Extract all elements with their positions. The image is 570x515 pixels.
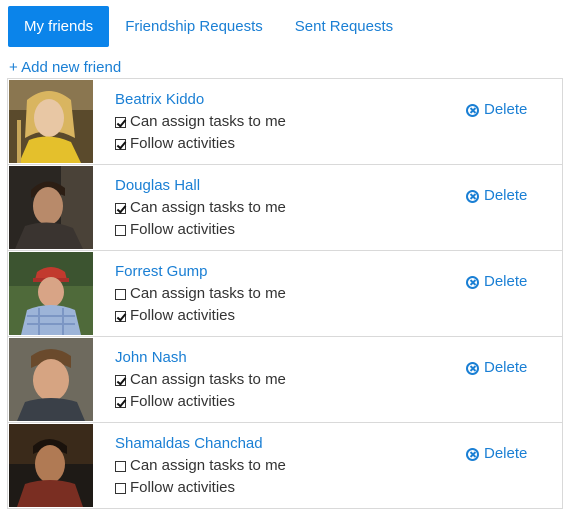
close-circle-icon — [466, 275, 479, 289]
can-assign-label: Can assign tasks to me — [130, 113, 286, 130]
friend-name[interactable]: John Nash — [115, 348, 187, 368]
avatar — [9, 338, 93, 421]
friend-row: Shamaldas Chanchad Can assign tasks to m… — [8, 423, 562, 508]
follow-activities-checkbox[interactable] — [115, 310, 126, 322]
follow-activities-checkbox[interactable] — [115, 396, 126, 408]
close-circle-icon — [466, 447, 479, 461]
follow-activities-label: Follow activities — [130, 479, 236, 496]
can-assign-label: Can assign tasks to me — [130, 457, 286, 474]
can-assign-label: Can assign tasks to me — [130, 199, 286, 216]
delete-label: Delete — [484, 101, 528, 118]
delete-button[interactable]: Delete — [466, 358, 527, 378]
close-circle-icon — [466, 189, 479, 203]
tab-friendship-requests[interactable]: Friendship Requests — [109, 6, 279, 47]
follow-activities-option[interactable]: Follow activities — [115, 392, 235, 412]
follow-activities-label: Follow activities — [130, 135, 236, 152]
delete-label: Delete — [484, 187, 528, 204]
can-assign-option[interactable]: Can assign tasks to me — [115, 456, 286, 476]
follow-activities-checkbox[interactable] — [115, 138, 126, 150]
delete-button[interactable]: Delete — [466, 272, 527, 292]
tab-sent-requests[interactable]: Sent Requests — [279, 6, 409, 47]
follow-activities-option[interactable]: Follow activities — [115, 134, 235, 154]
can-assign-checkbox[interactable] — [115, 116, 126, 128]
follow-activities-label: Follow activities — [130, 393, 236, 410]
follow-activities-checkbox[interactable] — [115, 482, 126, 494]
friend-name[interactable]: Douglas Hall — [115, 176, 200, 196]
can-assign-option[interactable]: Can assign tasks to me — [115, 198, 286, 218]
avatar — [9, 424, 93, 507]
friend-row: John Nash Can assign tasks to me Follow … — [8, 337, 562, 423]
follow-activities-label: Follow activities — [130, 221, 236, 238]
friend-row: Douglas Hall Can assign tasks to me Foll… — [8, 165, 562, 251]
follow-activities-option[interactable]: Follow activities — [115, 478, 235, 498]
follow-activities-option[interactable]: Follow activities — [115, 306, 235, 326]
can-assign-checkbox[interactable] — [115, 288, 126, 300]
can-assign-option[interactable]: Can assign tasks to me — [115, 112, 286, 132]
delete-label: Delete — [484, 359, 528, 376]
friend-row: Forrest Gump Can assign tasks to me Foll… — [8, 251, 562, 337]
friend-name[interactable]: Beatrix Kiddo — [115, 90, 204, 110]
close-circle-icon — [466, 103, 479, 117]
delete-button[interactable]: Delete — [466, 444, 527, 464]
tab-my-friends[interactable]: My friends — [8, 6, 110, 47]
delete-label: Delete — [484, 445, 528, 462]
can-assign-checkbox[interactable] — [115, 460, 126, 472]
can-assign-label: Can assign tasks to me — [130, 371, 286, 388]
can-assign-label: Can assign tasks to me — [130, 285, 286, 302]
friends-list: Beatrix Kiddo Can assign tasks to me Fol… — [7, 78, 563, 509]
close-circle-icon — [466, 361, 479, 375]
delete-button[interactable]: Delete — [466, 186, 527, 206]
follow-activities-option[interactable]: Follow activities — [115, 220, 235, 240]
friend-row: Beatrix Kiddo Can assign tasks to me Fol… — [8, 79, 562, 165]
can-assign-option[interactable]: Can assign tasks to me — [115, 370, 286, 390]
friends-tab-bar: My friends Friendship Requests Sent Requ… — [8, 6, 409, 47]
friend-name[interactable]: Shamaldas Chanchad — [115, 434, 263, 454]
follow-activities-label: Follow activities — [130, 307, 236, 324]
add-new-friend-link[interactable]: + Add new friend — [9, 58, 121, 78]
avatar — [9, 252, 93, 335]
delete-button[interactable]: Delete — [466, 100, 527, 120]
friend-name[interactable]: Forrest Gump — [115, 262, 208, 282]
avatar — [9, 80, 93, 163]
follow-activities-checkbox[interactable] — [115, 224, 126, 236]
can-assign-checkbox[interactable] — [115, 202, 126, 214]
can-assign-checkbox[interactable] — [115, 374, 126, 386]
can-assign-option[interactable]: Can assign tasks to me — [115, 284, 286, 304]
avatar — [9, 166, 93, 249]
delete-label: Delete — [484, 273, 528, 290]
